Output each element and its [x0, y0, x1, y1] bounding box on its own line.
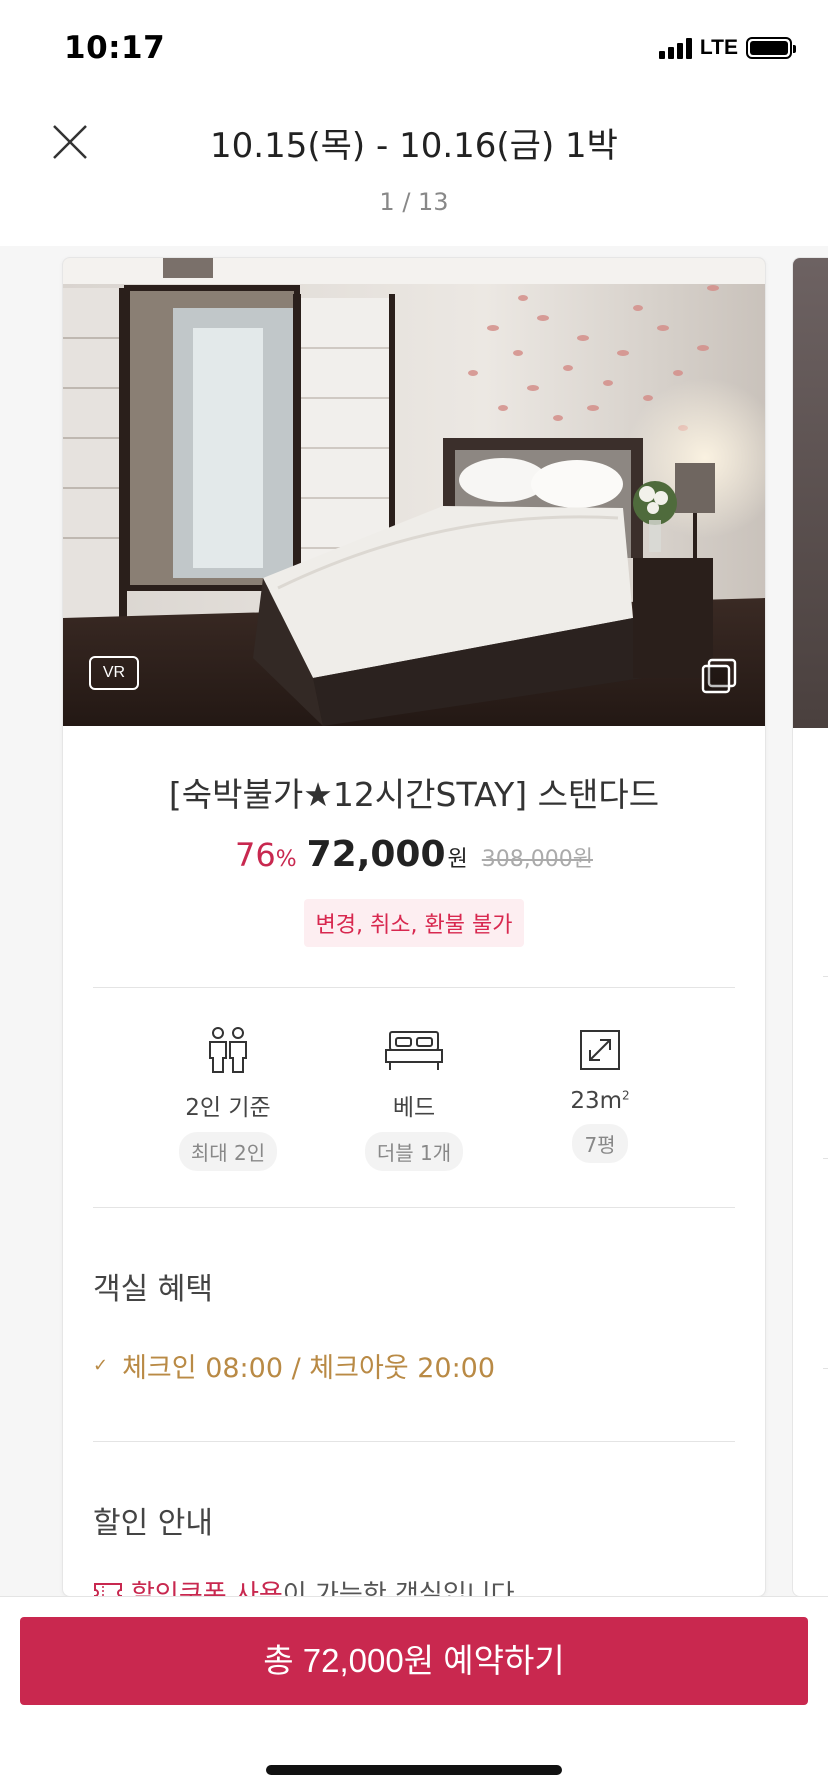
- room-specs: 2인 기준 최대 2인 베드 더블 1개 23m2 7평: [63, 988, 765, 1207]
- bed-icon: [385, 1031, 443, 1070]
- status-time: 10:17: [64, 30, 166, 66]
- refund-policy-badge: 변경, 취소, 환불 불가: [303, 899, 525, 947]
- price-row: 76% 72,000 원 308,000원: [63, 834, 765, 875]
- next-room-card[interactable]: [792, 257, 828, 1597]
- sale-price: 72,000: [306, 834, 446, 875]
- price-unit: 원: [447, 847, 468, 872]
- book-button[interactable]: 총 72,000원 예약하기: [20, 1617, 808, 1705]
- network-label: LTE: [699, 36, 738, 59]
- spec-capacity-label: 2인 기준: [185, 1095, 271, 1121]
- coupon-icon: [94, 1582, 122, 1596]
- room-photo[interactable]: VR: [63, 258, 765, 726]
- coupon-highlight: 할인쿠폰 사용: [131, 1580, 283, 1597]
- vr-button[interactable]: VR: [89, 656, 139, 690]
- benefit-item: ✓ 체크인 08:00 / 체크아웃 20:00: [63, 1308, 765, 1441]
- spec-size-label: 23m2: [570, 1088, 630, 1114]
- spec-bed-sub: 더블 1개: [364, 1132, 464, 1171]
- gallery-icon: [701, 658, 737, 694]
- spec-capacity: 2인 기준 최대 2인: [163, 1024, 293, 1171]
- original-price: 308,000원: [481, 847, 593, 872]
- battery-icon: [746, 37, 796, 59]
- status-indicators: LTE: [658, 36, 796, 60]
- header: 10.15(목) - 10.16(금) 1박 1 / 13: [0, 96, 828, 246]
- benefit-text: 체크인 08:00 / 체크아웃 20:00: [122, 1353, 496, 1384]
- home-indicator: [266, 1765, 562, 1775]
- expand-icon: [580, 1030, 620, 1070]
- room-photo-illustration: [63, 258, 765, 726]
- spec-capacity-sub: 최대 2인: [178, 1132, 278, 1171]
- spec-bed-label: 베드: [392, 1095, 436, 1121]
- status-bar: 10:17 LTE: [0, 0, 828, 96]
- check-icon: ✓: [93, 1355, 109, 1376]
- room-card: VR [숙박불가★12시간STAY] 스탠다드 76% 72,000 원 308…: [62, 257, 766, 1597]
- discount-rate: 76%: [234, 836, 297, 874]
- spec-size-sub: 7평: [572, 1124, 628, 1163]
- coupon-text: 이 가능한 객실입니다.: [282, 1580, 523, 1597]
- bottom-bar: 총 72,000원 예약하기: [0, 1596, 828, 1792]
- coupon-notice: 할인쿠폰 사용이 가능한 객실입니다.: [63, 1542, 765, 1597]
- gallery-button[interactable]: [699, 656, 739, 696]
- signal-icon: [658, 37, 692, 59]
- people-icon: [209, 1027, 247, 1073]
- room-name: [숙박불가★12시간STAY] 스탠다드: [168, 775, 660, 814]
- spec-size: 23m2 7평: [535, 1024, 665, 1171]
- spec-bed: 베드 더블 1개: [349, 1024, 479, 1171]
- next-room-photo: [793, 258, 828, 728]
- date-range-title: 10.15(목) - 10.16(금) 1박: [210, 126, 618, 166]
- page-indicator: 1 / 13: [379, 188, 449, 216]
- discount-info-title: 할인 안내: [93, 1506, 213, 1541]
- benefits-title: 객실 혜택: [93, 1272, 213, 1307]
